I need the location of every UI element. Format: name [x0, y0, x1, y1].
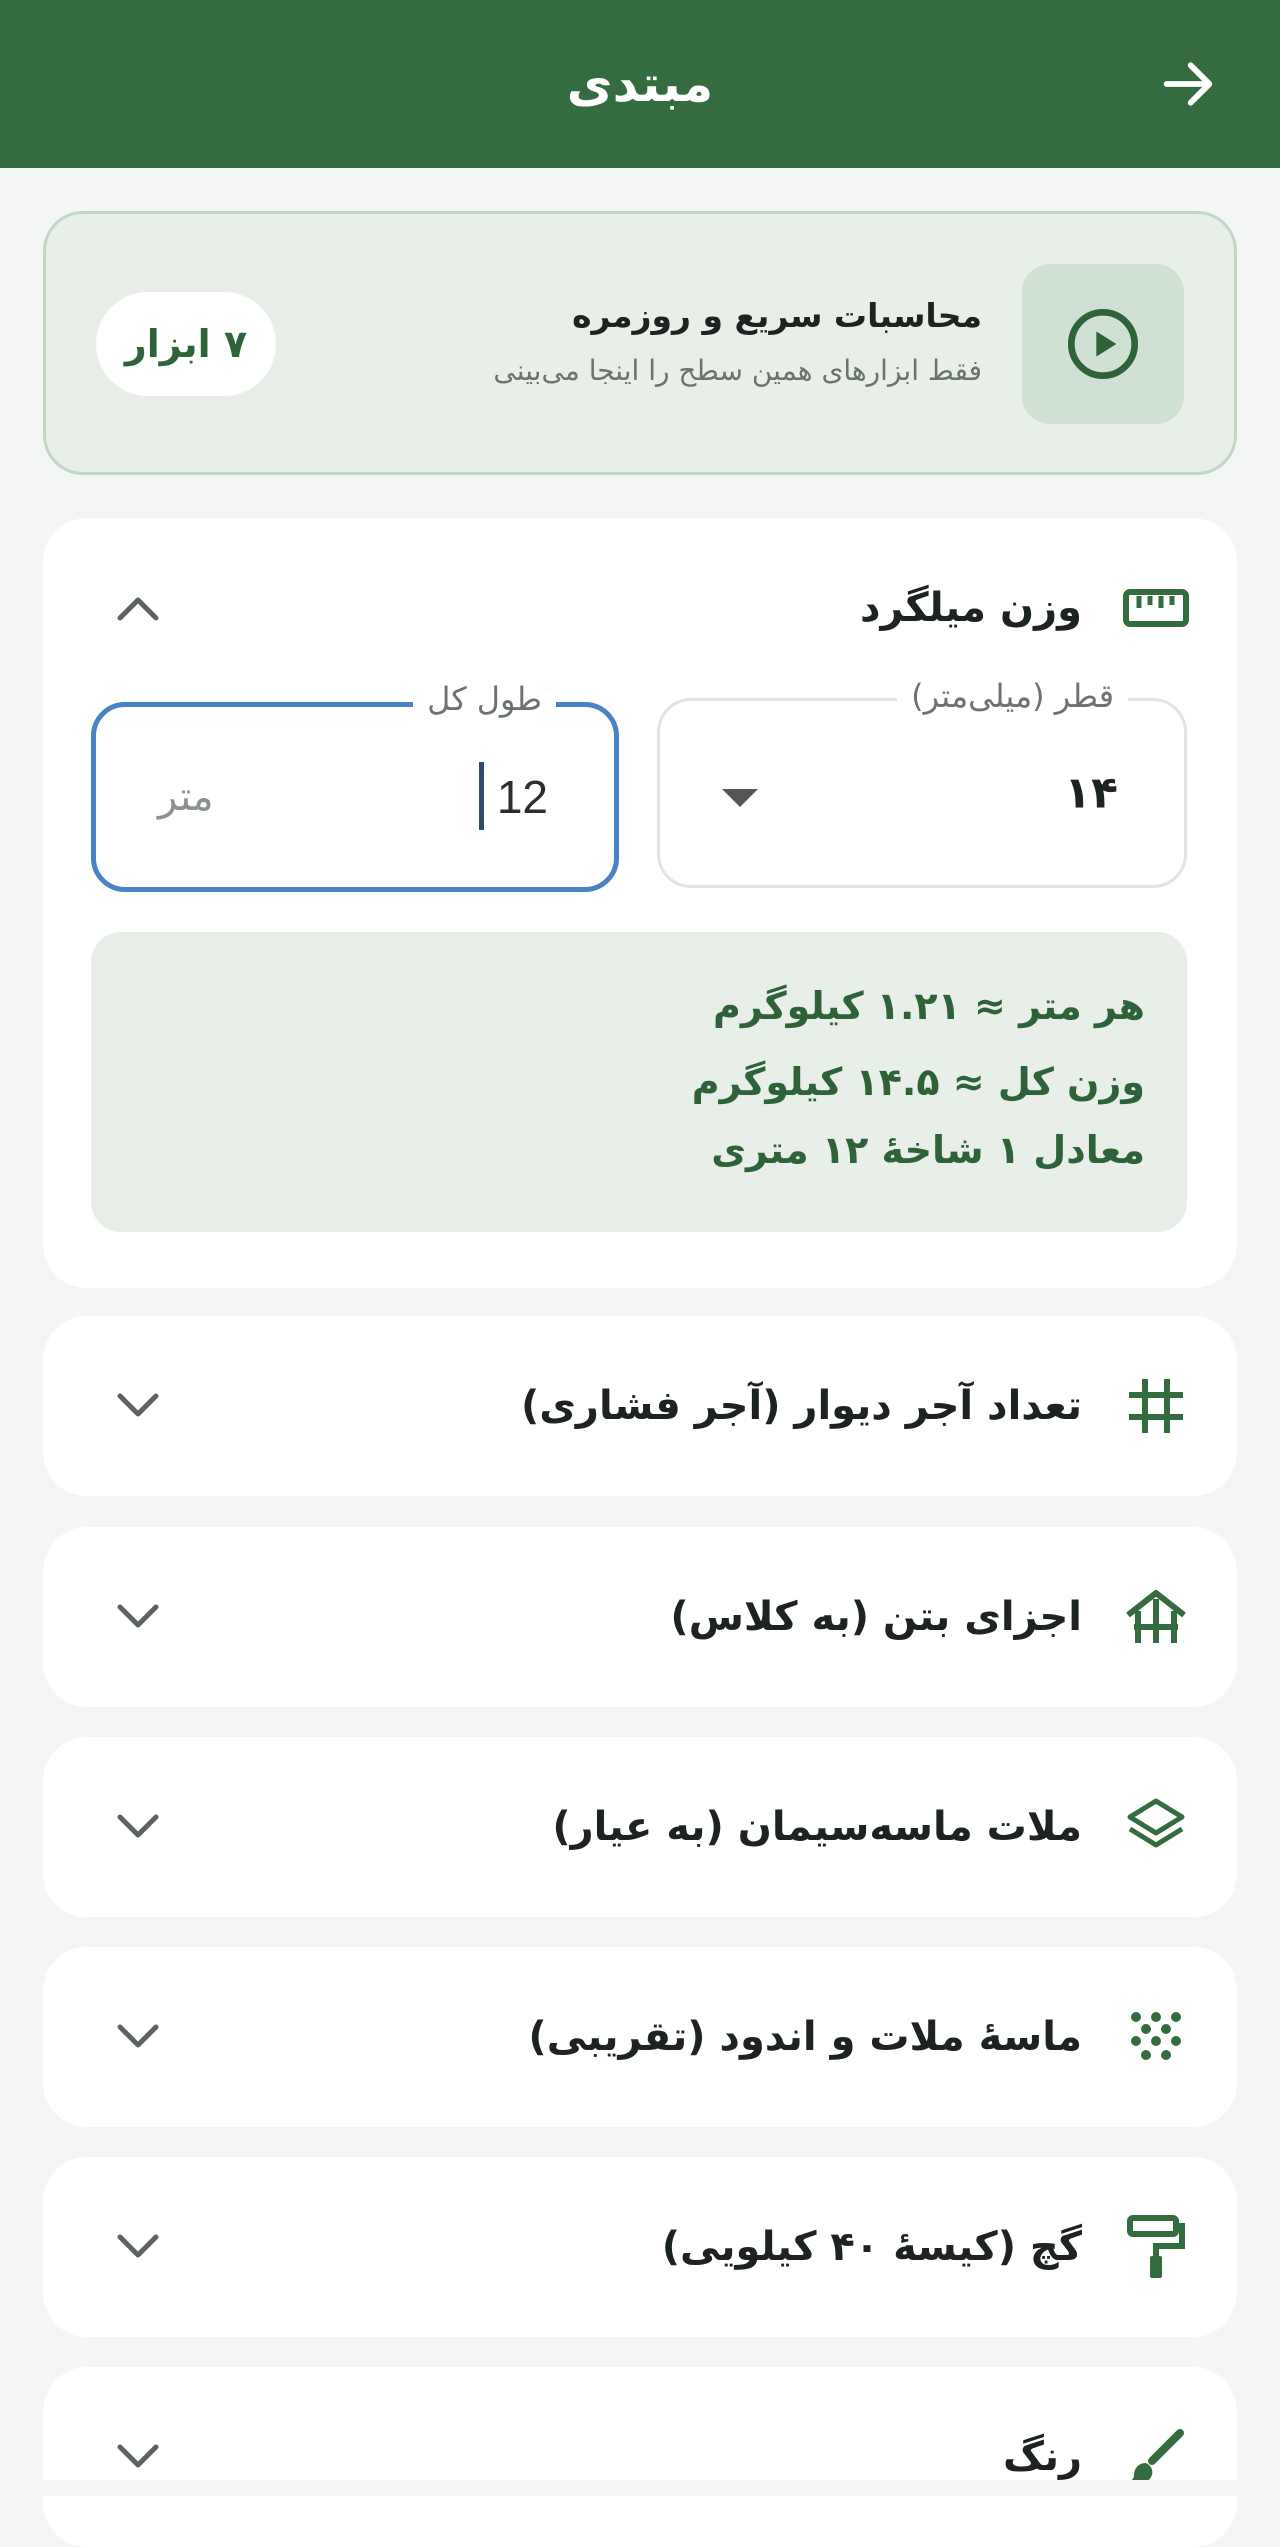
banner-subtitle: فقط ابزارهای همین سطح را اینجا می‌بینی: [493, 354, 982, 387]
play-circle-icon: [1068, 309, 1138, 379]
tool-card-plaster[interactable]: گچ (کیسهٔ ۴۰ کیلویی): [43, 2157, 1237, 2337]
tool-title: ماسهٔ ملات و اندود (تقریبی): [528, 2014, 1082, 2060]
diameter-value: ۱۴: [1064, 767, 1118, 819]
page-title: مبتدی: [566, 55, 714, 113]
length-value[interactable]: 12: [497, 770, 548, 824]
tool-title: رنگ: [1002, 2434, 1082, 2480]
tool-card-concrete[interactable]: اجزای بتن (به کلاس): [43, 1527, 1237, 1707]
tool-card-header[interactable]: اجزای بتن (به کلاس): [43, 1527, 1237, 1707]
tool-card-header[interactable]: ملات ماسه‌سیمان (به عیار): [43, 1737, 1237, 1917]
back-button[interactable]: [1146, 42, 1230, 126]
tool-card-paint[interactable]: رنگ: [43, 2367, 1237, 2547]
tool-card-header[interactable]: رنگ: [43, 2367, 1237, 2547]
chevron-down-icon[interactable]: [103, 2002, 173, 2072]
tool-card-header[interactable]: گچ (کیسهٔ ۴۰ کیلویی): [43, 2157, 1237, 2337]
chevron-down-icon[interactable]: [103, 1371, 173, 1441]
tool-card-header[interactable]: ماسهٔ ملات و اندود (تقریبی): [43, 1947, 1237, 2127]
length-unit: متر: [158, 774, 214, 820]
tool-card-header[interactable]: تعداد آجر دیوار (آجر فشاری): [43, 1316, 1237, 1496]
tool-title: ملات ماسه‌سیمان (به عیار): [552, 1804, 1082, 1850]
tool-count-badge: ۷ ابزار: [96, 292, 276, 396]
foundation-icon: [1120, 1581, 1192, 1653]
banner-heading: محاسبات سریع و روزمره: [572, 296, 982, 335]
result-equivalent: معادل ۱ شاخهٔ ۱۲ متری: [711, 1128, 1145, 1172]
length-input[interactable]: طول کل 12 متر: [91, 680, 619, 892]
chevron-down-icon[interactable]: [103, 1582, 173, 1652]
layers-icon: [1120, 1791, 1192, 1863]
length-label: طول کل: [413, 680, 556, 718]
result-total-weight: وزن کل ≈ ۱۴.۵ کیلوگرم: [691, 1060, 1145, 1104]
app-bar: مبتدی: [0, 0, 1280, 168]
result-per-meter: هر متر ≈ ۱.۲۱ کیلوگرم: [713, 984, 1145, 1028]
tool-card-header[interactable]: وزن میلگرد: [43, 518, 1237, 698]
tool-title: تعداد آجر دیوار (آجر فشاری): [520, 1383, 1082, 1429]
arrow-right-icon: [1163, 62, 1213, 106]
tool-card-mortar[interactable]: ملات ماسه‌سیمان (به عیار): [43, 1737, 1237, 1917]
chevron-up-icon[interactable]: [103, 573, 173, 643]
tool-card-sand[interactable]: ماسهٔ ملات و اندود (تقریبی): [43, 1947, 1237, 2127]
ruler-icon: [1120, 572, 1192, 644]
tool-card-rebar-weight: وزن میلگرد قطر (میلی‌متر) ۱۴ طول کل 12 م…: [43, 518, 1237, 1288]
grain-icon: [1120, 2001, 1192, 2073]
chevron-down-icon[interactable]: [103, 1792, 173, 1862]
tool-card-brick-count[interactable]: تعداد آجر دیوار (آجر فشاری): [43, 1316, 1237, 1496]
result-panel: هر متر ≈ ۱.۲۱ کیلوگرم وزن کل ≈ ۱۴.۵ کیلو…: [91, 932, 1187, 1232]
tool-title: وزن میلگرد: [859, 585, 1082, 631]
dropdown-arrow-icon[interactable]: [722, 789, 758, 807]
level-banner: محاسبات سریع و روزمره فقط ابزارهای همین …: [43, 211, 1237, 475]
text-caret: [479, 762, 484, 830]
grid-icon: [1120, 1370, 1192, 1442]
tool-title: اجزای بتن (به کلاس): [670, 1594, 1082, 1640]
tool-title: گچ (کیسهٔ ۴۰ کیلویی): [661, 2224, 1082, 2270]
chevron-down-icon[interactable]: [103, 2212, 173, 2282]
diameter-label: قطر (میلی‌متر): [897, 677, 1128, 715]
diameter-select[interactable]: قطر (میلی‌متر) ۱۴: [657, 677, 1187, 888]
screen-bottom-edge: [0, 2480, 1280, 2496]
banner-icon-box: [1022, 264, 1184, 424]
paint-roller-icon: [1120, 2211, 1192, 2283]
